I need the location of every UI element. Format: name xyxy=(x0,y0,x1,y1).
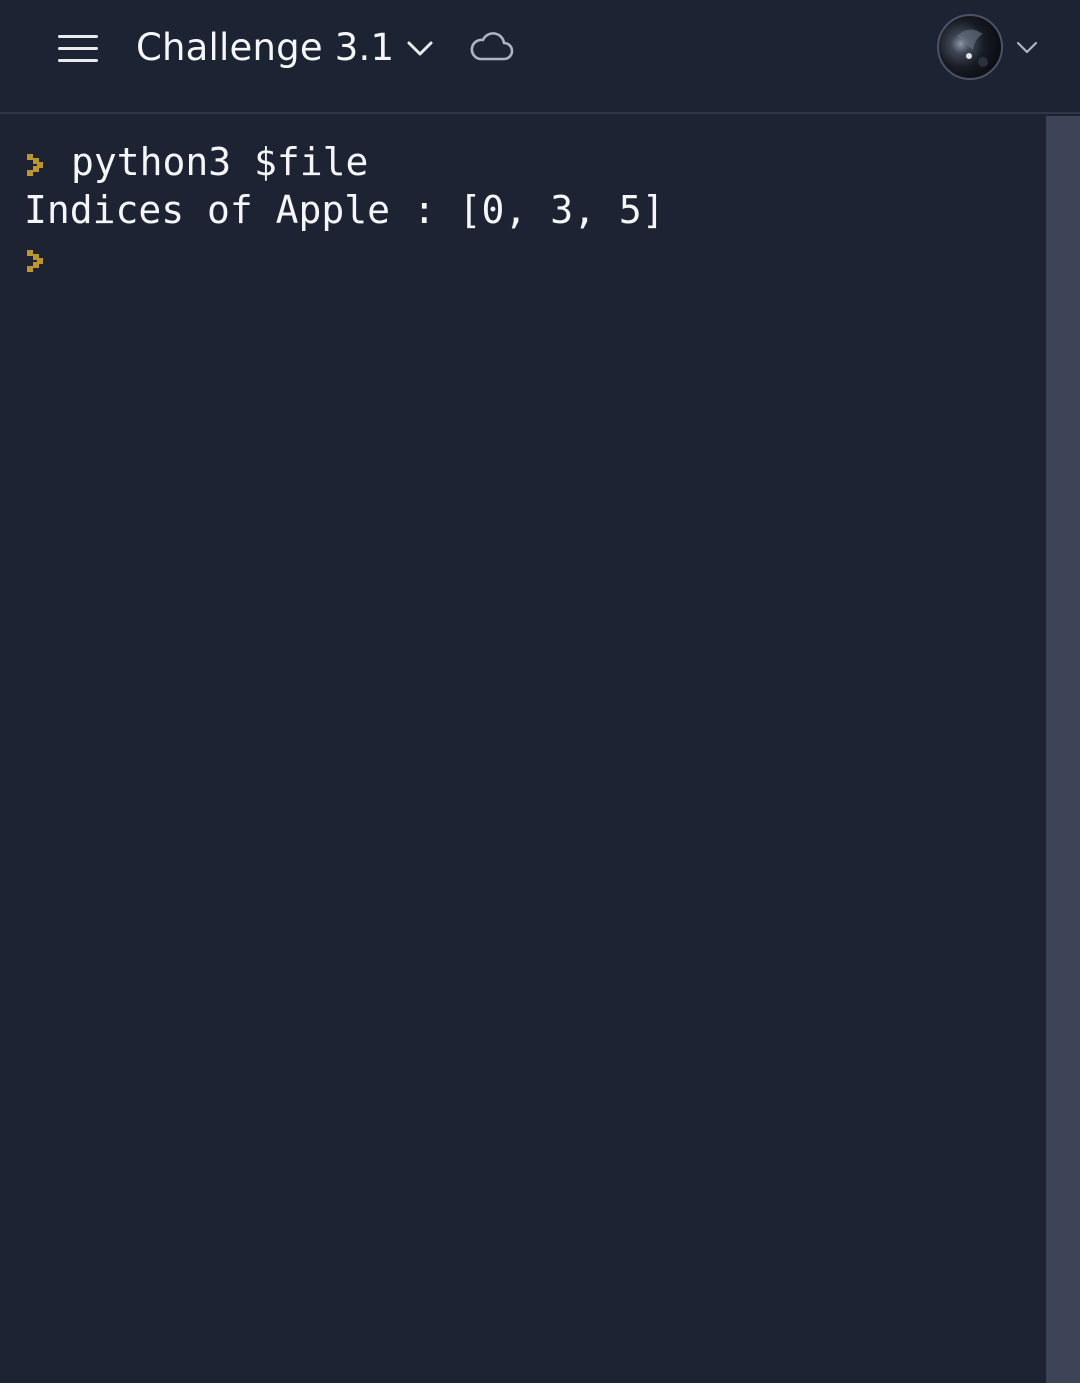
avatar-image xyxy=(957,29,988,67)
top-bar: Challenge 3.1 xyxy=(0,0,1080,114)
menu-bar-line xyxy=(58,58,98,62)
prompt-chevron-icon xyxy=(27,154,43,176)
prompt-chevron-icon xyxy=(27,250,43,272)
console-output-line: Indices of Apple : [0, 3, 5] xyxy=(24,188,665,232)
chevron-down-icon[interactable] xyxy=(1012,30,1042,62)
chevron-down-icon[interactable] xyxy=(400,28,440,68)
console-command-line: python3 $file xyxy=(71,140,369,184)
app-window: Challenge 3.1 python3 $file Indices of A… xyxy=(0,0,1080,1383)
menu-bar-line xyxy=(58,34,98,38)
console-output[interactable]: python3 $file Indices of Apple : [0, 3, … xyxy=(0,116,1046,1383)
scrollbar[interactable] xyxy=(1046,116,1080,1383)
cloud-icon[interactable] xyxy=(468,26,516,70)
user-avatar[interactable] xyxy=(937,14,1003,80)
hamburger-menu-icon[interactable] xyxy=(52,28,104,68)
project-title[interactable]: Challenge 3.1 xyxy=(136,24,394,72)
menu-bar-line xyxy=(58,46,98,50)
